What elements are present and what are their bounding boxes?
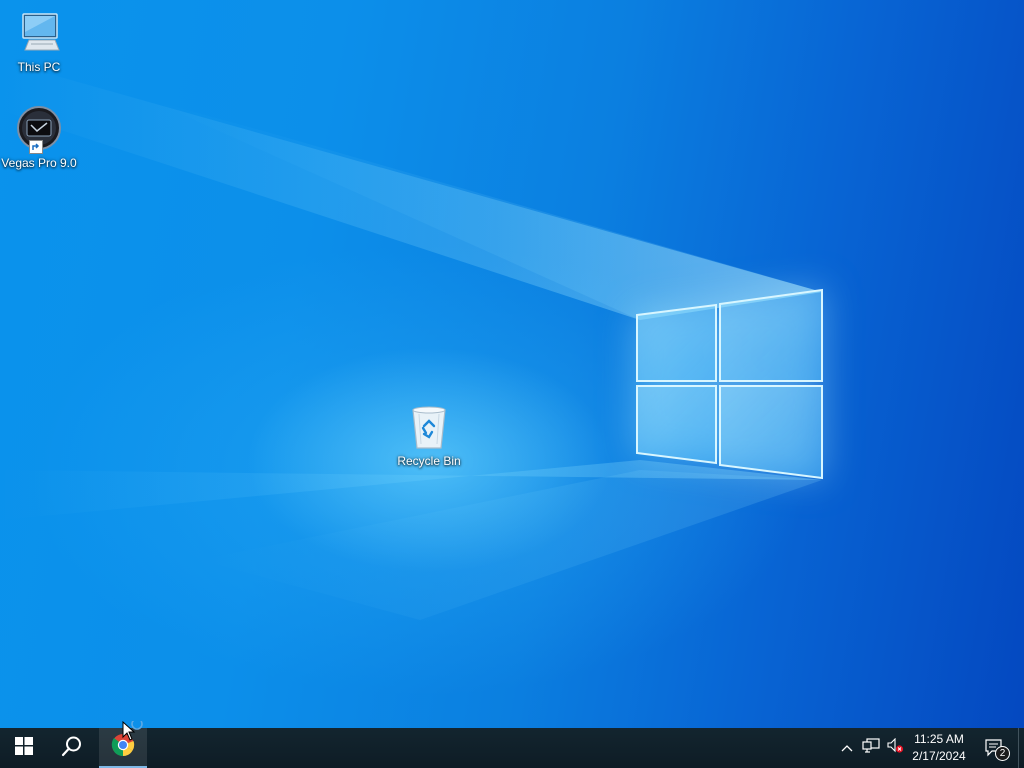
network-icon: [862, 737, 880, 759]
tray-volume-button[interactable]: [884, 728, 906, 768]
desktop-icon-label: Vegas Pro 9.0: [1, 156, 77, 170]
desktop[interactable]: This PC Vegas Pro 9.0 Recycle Bin: [0, 0, 1024, 728]
windows-start-icon: [15, 736, 33, 760]
desktop-icon-vegas-pro[interactable]: Vegas Pro 9.0: [0, 106, 78, 170]
volume-muted-icon: [886, 737, 904, 759]
mouse-cursor: [122, 718, 148, 752]
wallpaper-light-beams: [0, 0, 1024, 728]
this-pc-icon: [15, 10, 63, 58]
tray-network-button[interactable]: [860, 728, 882, 768]
search-button[interactable]: [48, 728, 96, 768]
shortcut-arrow-icon: [29, 140, 43, 154]
chevron-up-icon: [841, 739, 853, 757]
start-button[interactable]: [0, 728, 48, 768]
recycle-bin-icon: [405, 404, 453, 452]
tray-overflow-button[interactable]: [838, 728, 856, 768]
desktop-icon-recycle-bin[interactable]: Recycle Bin: [390, 404, 468, 468]
desktop-icon-this-pc[interactable]: This PC: [0, 10, 78, 74]
action-center-button[interactable]: 2: [980, 728, 1010, 768]
search-icon: [61, 735, 83, 762]
taskbar-clock[interactable]: 11:25 AM 2/17/2024: [904, 731, 974, 765]
clock-time: 11:25 AM: [914, 732, 964, 746]
show-desktop-button[interactable]: [1018, 728, 1024, 768]
notification-count-badge: 2: [995, 746, 1010, 761]
desktop-icon-label: Recycle Bin: [397, 454, 461, 468]
notification-icon: 2: [984, 738, 1010, 761]
clock-date: 2/17/2024: [912, 749, 966, 763]
taskbar: 11:25 AM 2/17/2024 2: [0, 728, 1024, 768]
desktop-icon-label: This PC: [17, 60, 61, 74]
vegas-pro-icon: [15, 106, 63, 154]
windows-wallpaper-logo: [630, 285, 830, 485]
